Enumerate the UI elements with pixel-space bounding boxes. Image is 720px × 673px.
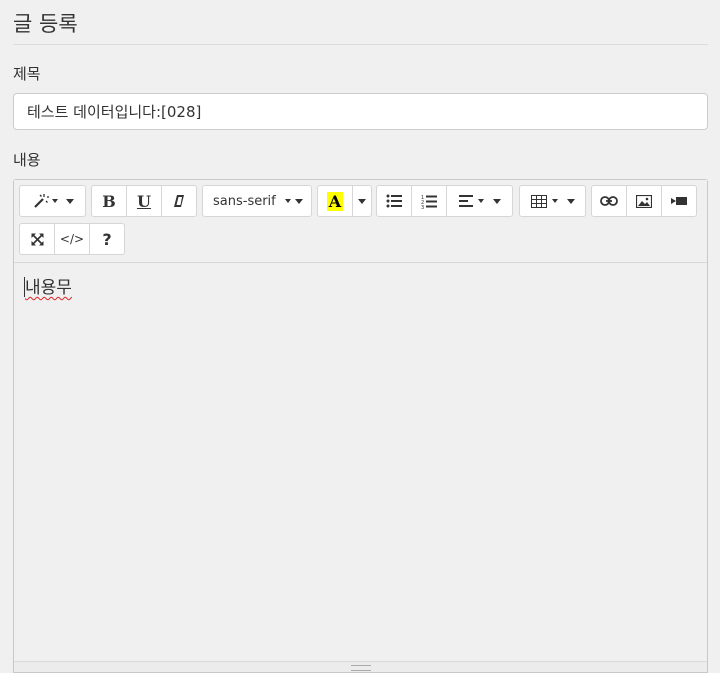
title-divider [13, 44, 708, 45]
subject-input[interactable] [13, 93, 708, 130]
editor-content-text: 내용무 [25, 278, 72, 298]
subject-label: 제목 [13, 65, 41, 83]
picture-icon [636, 194, 652, 208]
table-group [519, 185, 586, 217]
chevron-down-icon [358, 198, 366, 204]
grip-icon [351, 665, 371, 671]
color-dropdown-button[interactable] [352, 185, 372, 217]
color-group: A [317, 185, 372, 217]
editor-resize-handle[interactable] [14, 661, 707, 672]
link-button[interactable] [591, 185, 627, 217]
clear-format-button[interactable] [161, 185, 197, 217]
code-view-button[interactable]: </> [54, 223, 90, 255]
chevron-down-icon [551, 199, 558, 203]
image-button[interactable] [626, 185, 662, 217]
editor-content-area[interactable]: 내용무 [14, 263, 707, 661]
rich-text-editor: B U sans-serif A 1 2 3 </> ? 내용무 [13, 179, 708, 673]
page-title: 글 등록 [13, 12, 78, 36]
style-group [19, 185, 86, 217]
paragraph-group: 1 2 3 [376, 185, 513, 217]
font-style-group: B U [91, 185, 197, 217]
font-name-group: sans-serif [202, 185, 312, 217]
ordered-list-button[interactable]: 1 2 3 [411, 185, 447, 217]
chevron-down-icon [65, 198, 74, 204]
bullet-list-icon [386, 194, 402, 208]
underline-button[interactable]: U [126, 185, 162, 217]
help-button[interactable]: ? [89, 223, 125, 255]
editor-toolbar: B U sans-serif A 1 2 3 </> ? [14, 180, 707, 263]
table-icon [530, 194, 547, 208]
unordered-list-button[interactable] [376, 185, 412, 217]
magic-wand-icon [32, 192, 50, 210]
numbered-list-icon: 1 2 3 [421, 194, 437, 209]
video-button[interactable] [661, 185, 697, 217]
chevron-down-icon [284, 199, 291, 203]
font-color-icon: A [326, 191, 344, 211]
insert-group [591, 185, 697, 217]
eraser-icon [172, 194, 186, 208]
expand-icon [31, 233, 44, 246]
chevron-down-icon [492, 198, 501, 204]
align-left-icon [458, 195, 473, 207]
svg-text:3: 3 [421, 205, 424, 209]
style-dropdown[interactable] [19, 185, 86, 217]
chevron-down-icon [566, 198, 575, 204]
align-dropdown[interactable] [446, 185, 513, 217]
link-icon [600, 196, 618, 206]
font-color-button[interactable]: A [317, 185, 353, 217]
table-dropdown[interactable] [519, 185, 586, 217]
font-name-dropdown[interactable]: sans-serif [202, 185, 312, 217]
chevron-down-icon [51, 199, 58, 203]
chevron-down-icon [477, 199, 484, 203]
chevron-down-icon [294, 198, 303, 204]
video-icon [671, 196, 687, 206]
fullscreen-button[interactable] [19, 223, 55, 255]
font-name-label: sans-serif [213, 193, 276, 209]
bold-button[interactable]: B [91, 185, 127, 217]
content-label: 내용 [13, 151, 41, 169]
view-group: </> ? [19, 223, 125, 255]
